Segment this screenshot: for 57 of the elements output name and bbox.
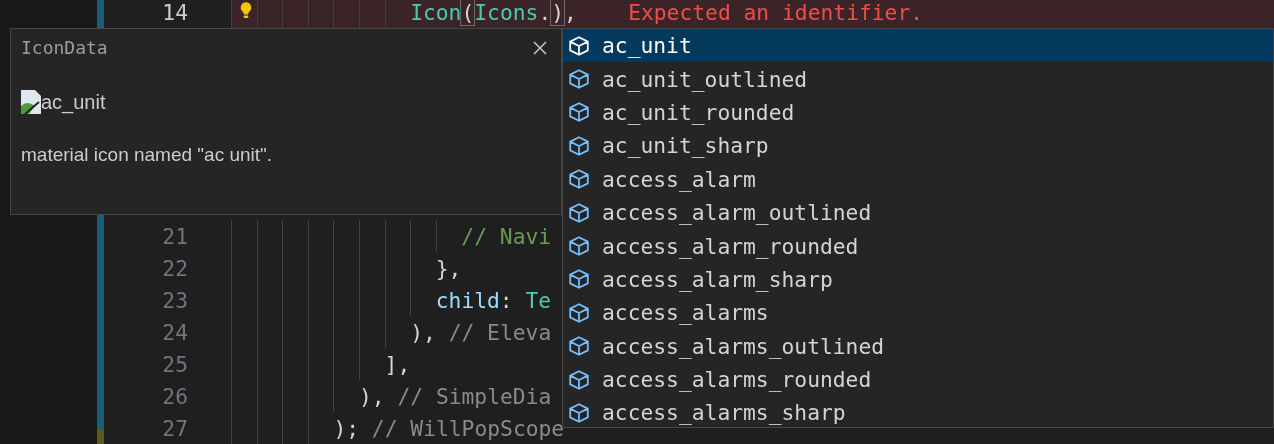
suggestion-item[interactable]: ac_unit [563,29,1273,63]
code-token: Te [525,287,552,313]
line-number: 24 [161,319,188,345]
cube-icon [568,34,590,57]
cube-icon [568,335,590,358]
suggestion-item[interactable]: ac_unit_rounded [563,95,1273,130]
close-icon[interactable] [533,40,547,55]
code-token: // SimpleDia [397,383,552,409]
icon-description: material icon named "ac unit". [21,144,274,166]
image-alt-text: ac_unit [41,91,106,114]
cube-icon [568,101,590,124]
suggestion-item[interactable]: access_alarms_sharp [563,396,1273,430]
cube-icon [568,134,590,157]
error-message: Expected an identifier. [628,0,924,25]
code-token: : [499,287,514,313]
code-token: Icons [474,0,539,25]
line-number: 21 [161,223,188,249]
cube-icon [568,201,590,224]
broken-image-icon [21,90,41,114]
code-token: ) [551,0,565,25]
cube-icon [568,268,590,291]
suggestion-item[interactable]: access_alarm_outlined [563,195,1273,230]
code-token: ], [384,351,411,377]
line-number: 14 [161,0,188,25]
cube-icon [568,68,590,91]
code-token: . [538,0,552,25]
suggestion-item[interactable]: access_alarm_sharp [563,262,1273,297]
code-token: ), [410,319,437,345]
suggestion-item[interactable]: access_alarms_outlined [563,329,1273,363]
suggestion-item[interactable]: access_alarms_rounded [563,362,1273,397]
line-number: 26 [161,383,188,409]
code-token: // Eleva [448,319,552,345]
line-number: 22 [161,255,188,281]
code-token: child [435,287,500,313]
cube-icon [568,235,590,258]
code-token: // Navi [461,223,552,249]
cube-icon [568,402,590,424]
suggestion-item[interactable]: access_alarm [563,162,1273,196]
code-token: Icon [410,0,462,25]
cube-icon [568,168,590,191]
code-token: ); [333,415,361,441]
line-number: 25 [161,351,188,377]
code-token: ( [461,0,475,25]
code-token: ), [358,383,386,409]
lightbulb-icon[interactable] [239,1,253,21]
line-number: 23 [161,287,188,313]
cube-icon [568,301,590,324]
code-token: }, [435,255,462,281]
cube-icon [568,368,590,391]
code-token: // WillPopScope [371,415,565,441]
suggestion-item[interactable]: access_alarm_rounded [563,229,1273,263]
suggestion-item[interactable]: ac_unit_outlined [563,62,1273,96]
code-token: , [564,0,577,25]
suggestion-item[interactable]: ac_unit_sharp [563,129,1273,163]
line-number: 27 [161,415,188,441]
suggestion-item[interactable]: access_alarms [563,296,1273,330]
popup-title: IconData [21,37,108,58]
